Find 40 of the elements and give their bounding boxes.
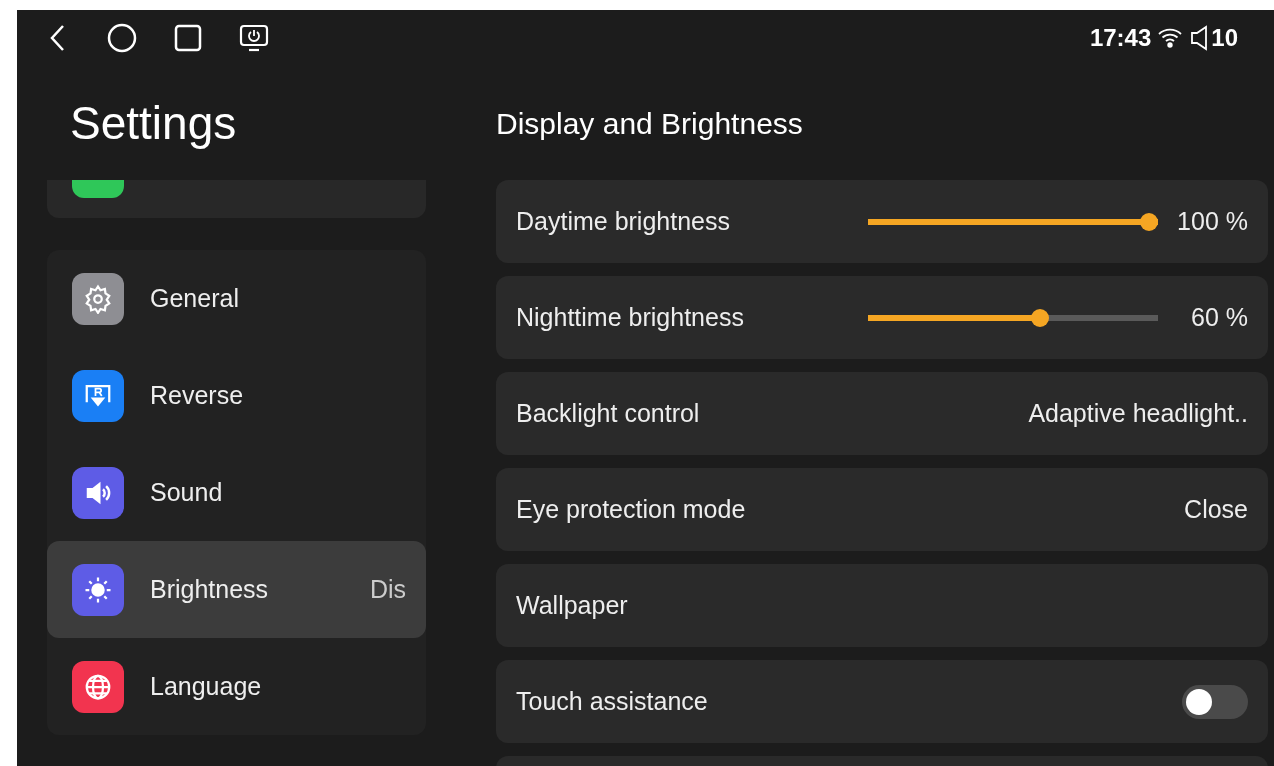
- wifi-icon: [1157, 26, 1184, 50]
- sidebar-label: General: [150, 282, 239, 314]
- sidebar-label: Language: [150, 670, 262, 702]
- setting-label: Daytime brightness: [516, 205, 730, 237]
- page-title: Settings: [70, 95, 237, 151]
- sidebar-item[interactable]: Reverse: [47, 347, 426, 444]
- toggle-switch[interactable]: [1182, 684, 1248, 719]
- sidebar-item[interactable]: Brightness Dis: [47, 541, 426, 638]
- recents-icon[interactable]: [173, 23, 203, 53]
- home-icon[interactable]: [107, 23, 137, 53]
- setting-row[interactable]: Backlight control Adaptive headlight..: [496, 372, 1268, 455]
- clock-time: 17:43: [1089, 23, 1152, 53]
- slider-reading: 100 %: [1176, 205, 1248, 237]
- volume-level: 10: [1211, 23, 1238, 53]
- setting-row[interactable]: Wallpaper: [496, 564, 1268, 647]
- sidebar-label: Reverse: [150, 379, 244, 411]
- slider-thumb[interactable]: [1140, 212, 1158, 231]
- setting-row[interactable]: Nighttime brightness 60 %: [496, 276, 1268, 359]
- sidebar-item[interactable]: [47, 180, 426, 218]
- sidebar-label: Brightness: [150, 573, 269, 605]
- setting-row[interactable]: Eye protection mode Close: [496, 468, 1268, 551]
- sidebar-hint: Dis: [369, 573, 406, 605]
- setting-value: Adaptive headlight..: [1028, 397, 1248, 429]
- setting-label: Nighttime brightness: [516, 301, 744, 333]
- slider-reading: 60 %: [1190, 301, 1248, 333]
- setting-row[interactable]: Touch assistance: [496, 660, 1268, 743]
- setting-value: Close: [1184, 493, 1248, 525]
- sidebar-item[interactable]: Sound: [47, 444, 426, 541]
- setting-label: Eye protection mode: [516, 493, 746, 525]
- slider-thumb[interactable]: [1031, 308, 1050, 327]
- section-title: Display and Brightness: [496, 105, 803, 142]
- setting-label: Backlight control: [516, 397, 700, 429]
- screen-power-icon[interactable]: [239, 23, 269, 53]
- gear-icon: [83, 283, 113, 314]
- setting-row[interactable]: Daytime brightness 100 %: [496, 180, 1268, 263]
- sidebar-label: Sound: [150, 476, 223, 508]
- sidebar-item[interactable]: General: [47, 250, 426, 347]
- setting-label: Wallpaper: [516, 589, 628, 621]
- setting-label: Touch assistance: [516, 685, 708, 717]
- sidebar-item[interactable]: Language: [47, 638, 426, 735]
